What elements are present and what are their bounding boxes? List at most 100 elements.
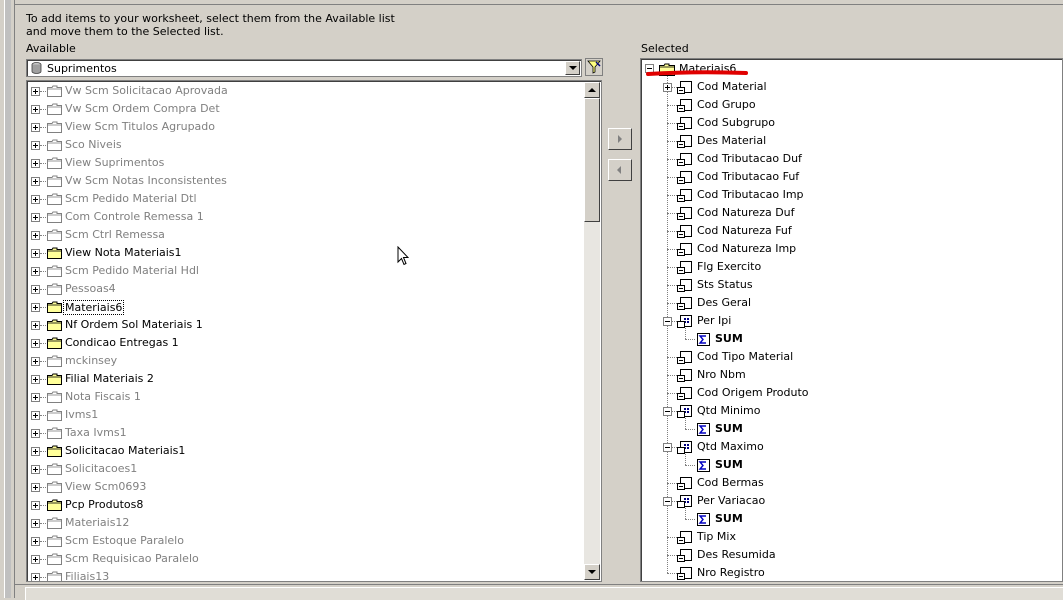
expand-icon[interactable] [31,537,40,546]
move-left-button[interactable] [608,159,632,181]
expand-icon[interactable] [31,339,40,348]
folder-icon [47,229,62,241]
expand-icon[interactable] [31,87,40,96]
folder-icon [47,211,62,223]
available-list-item[interactable]: Com Controle Remessa 1 [31,208,571,226]
available-list-item[interactable]: Pcp Produtos8 [31,496,571,514]
available-item-label: Vw Scm Ordem Compra Det [65,102,220,115]
expand-icon[interactable] [31,429,40,438]
annotation-underline [646,70,748,76]
item-icon [677,369,692,382]
expand-icon[interactable] [31,321,40,330]
selected-tree[interactable]: Materiais6 Cod Material Cod Grupo Cod Subgr… [640,58,1063,582]
expand-icon[interactable] [31,195,40,204]
available-list-item[interactable]: Scm Pedido Material Hdl [31,262,571,280]
expand-icon[interactable] [31,573,40,581]
available-list-item[interactable]: Scm Ctrl Remessa [31,226,571,244]
available-list-item[interactable]: mckinsey [31,352,571,370]
expand-icon[interactable] [31,519,40,528]
selected-item-label: Cod Subgrupo [697,116,776,129]
available-list-item[interactable]: Materiais6 [31,298,571,316]
folder-icon [47,301,62,313]
available-list-item[interactable]: Nf Ordem Sol Materiais 1 [31,316,571,334]
folder-icon [47,85,62,97]
filter-icon[interactable] [585,58,603,76]
expand-icon[interactable] [31,285,40,294]
item-icon [677,81,692,94]
expand-icon[interactable] [31,411,40,420]
available-list-item[interactable]: Nota Fiscais 1 [31,388,571,406]
collapse-icon[interactable] [663,407,672,416]
available-list-item[interactable]: Taxa Ivms1 [31,424,571,442]
expand-icon[interactable] [31,357,40,366]
folder-icon [47,463,62,475]
available-list-item[interactable]: Filiais13 [31,568,571,581]
available-list-item[interactable]: Vw Scm Solicitacao Aprovada [31,82,571,100]
available-item-label: Solicitacoes1 [65,462,138,475]
folder-icon [47,535,62,547]
expand-icon[interactable] [31,447,40,456]
selected-item-label: Cod Material [697,80,767,93]
source-dropdown[interactable]: Suprimentos [26,59,582,77]
expand-icon[interactable] [31,105,40,114]
expand-icon[interactable] [31,303,40,312]
folder-icon [47,355,62,367]
dropdown-arrow-button[interactable] [565,61,580,75]
available-list-item[interactable]: Vw Scm Ordem Compra Det [31,100,571,118]
available-list-item[interactable]: Ivms1 [31,406,571,424]
expand-icon[interactable] [31,465,40,474]
available-list-item[interactable]: Sco Niveis [31,136,571,154]
scroll-thumb[interactable] [584,98,600,222]
selected-item-label: Cod Tipo Material [697,350,794,363]
available-list-item[interactable]: Filial Materiais 2 [31,370,571,388]
selected-item-label: Per Variacao [697,494,766,507]
expand-icon[interactable] [31,393,40,402]
expand-icon[interactable] [31,483,40,492]
item-icon [677,207,692,220]
expand-icon[interactable] [663,83,672,92]
available-list-item[interactable]: Scm Requisicao Paralelo [31,550,571,568]
scroll-down-button[interactable] [584,564,600,580]
collapse-icon[interactable] [663,443,672,452]
available-list-item[interactable]: Solicitacao Materiais1 [31,442,571,460]
available-list[interactable]: Vw Scm Solicitacao Aprovada Vw Scm Ordem … [26,80,602,582]
expand-icon[interactable] [31,177,40,186]
available-list-item[interactable]: Condicao Entregas 1 [31,334,571,352]
collapse-icon[interactable] [663,317,672,326]
database-icon [31,62,42,74]
expand-icon[interactable] [31,213,40,222]
available-list-item[interactable]: Pessoas4 [31,280,571,298]
available-list-item[interactable]: View Scm Titulos Agrupado [31,118,571,136]
available-list-item[interactable]: View Nota Materiais1 [31,244,571,262]
available-list-item[interactable]: View Scm0693 [31,478,571,496]
sum-icon [697,333,710,346]
available-item-label: Scm Ctrl Remessa [65,228,165,241]
available-item-label: Scm Estoque Paralelo [65,534,184,547]
expand-icon[interactable] [31,141,40,150]
folder-icon [47,481,62,493]
expand-icon[interactable] [31,123,40,132]
expand-icon[interactable] [31,501,40,510]
folder-icon [47,193,62,205]
expand-icon[interactable] [31,249,40,258]
folder-icon [47,283,62,295]
available-list-item[interactable]: Scm Pedido Material Dtl [31,190,571,208]
expand-icon[interactable] [31,159,40,168]
available-label: Available [26,42,76,55]
available-list-item[interactable]: Materiais12 [31,514,571,532]
available-list-item[interactable]: Vw Scm Notas Inconsistentes [31,172,571,190]
collapse-icon[interactable] [663,497,672,506]
expand-icon[interactable] [31,231,40,240]
measure-icon [677,495,692,508]
expand-icon[interactable] [31,375,40,384]
available-list-item[interactable]: Solicitacoes1 [31,460,571,478]
expand-icon[interactable] [31,267,40,276]
available-list-item[interactable]: View Suprimentos [31,154,571,172]
available-scrollbar[interactable] [584,82,600,580]
item-icon [677,531,692,544]
move-right-button[interactable] [608,128,632,150]
available-list-item[interactable]: Scm Estoque Paralelo [31,532,571,550]
scroll-up-button[interactable] [584,82,600,98]
selected-item-label: Cod Tributacao Duf [697,152,802,165]
expand-icon[interactable] [31,555,40,564]
